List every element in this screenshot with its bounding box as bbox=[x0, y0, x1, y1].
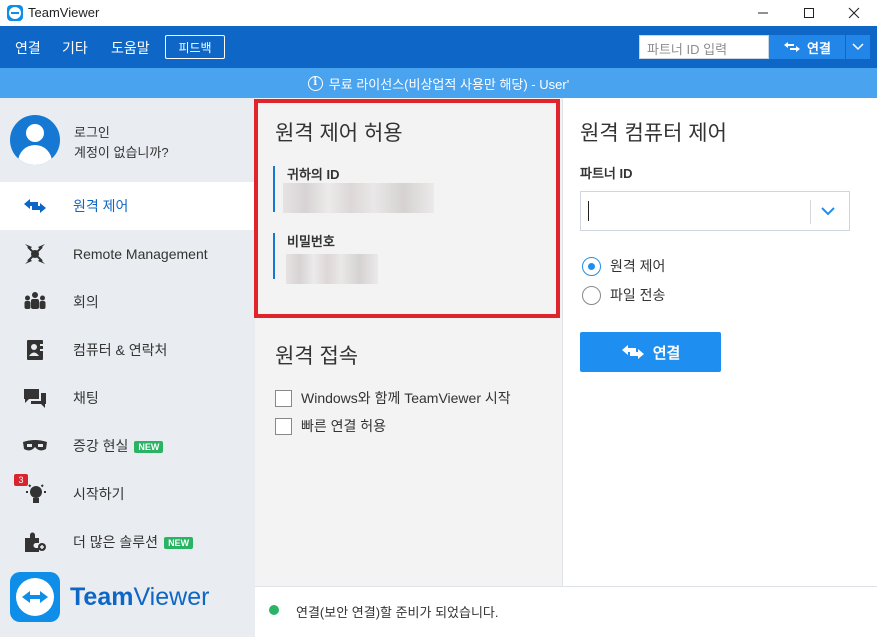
close-button[interactable] bbox=[831, 0, 877, 26]
start-with-windows-option[interactable]: Windows와 함께 TeamViewer 시작 bbox=[275, 388, 511, 408]
notification-badge: 3 bbox=[14, 474, 28, 486]
remote-management-icon bbox=[22, 241, 48, 267]
remote-control-radio[interactable] bbox=[582, 256, 601, 276]
quick-connect-dropdown[interactable] bbox=[846, 35, 870, 59]
quick-connect-label: 연결 bbox=[807, 40, 831, 56]
meeting-icon bbox=[22, 289, 48, 315]
start-with-windows-checkbox[interactable] bbox=[275, 389, 292, 407]
feedback-button[interactable]: 피드백 bbox=[165, 35, 225, 59]
title-bar: TeamViewer bbox=[0, 0, 877, 26]
remote-control-radio-label: 원격 제어 bbox=[610, 258, 666, 274]
status-bar: 연결(보안 연결)할 준비가 되었습니다. bbox=[255, 586, 877, 637]
file-transfer-radio[interactable] bbox=[582, 285, 601, 305]
connect-button[interactable]: 연결 bbox=[580, 332, 721, 372]
password-value-blurred[interactable] bbox=[286, 254, 378, 284]
teamviewer-logo: TeamViewer bbox=[10, 572, 209, 622]
menu-help[interactable]: 도움말 bbox=[111, 38, 150, 58]
status-indicator-icon bbox=[269, 605, 279, 615]
easy-access-checkbox[interactable] bbox=[275, 417, 292, 435]
menu-bar: 연결 기타 도움말 피드백 파트너 ID 입력 연결 bbox=[0, 26, 877, 68]
id-field-bar bbox=[273, 166, 275, 212]
sidebar-item-label: 컴퓨터 & 연락처 bbox=[73, 342, 168, 358]
password-field-bar bbox=[273, 233, 275, 279]
license-text: 무료 라이선스(비상업적 사용만 해당) - User' bbox=[328, 76, 570, 92]
puzzle-icon bbox=[22, 529, 48, 555]
sidebar-item-label: 시작하기 bbox=[73, 486, 125, 502]
file-transfer-radio-label: 파일 전송 bbox=[610, 287, 666, 303]
teamviewer-wordmark: TeamViewer bbox=[70, 582, 210, 611]
chevron-down-icon bbox=[852, 43, 864, 51]
start-with-windows-label: Windows와 함께 TeamViewer 시작 bbox=[301, 390, 511, 406]
sidebar-item-contacts[interactable]: 컴퓨터 & 연락처 bbox=[0, 326, 255, 374]
mode-file-transfer-option[interactable]: 파일 전송 bbox=[582, 285, 665, 305]
your-id-value-blurred[interactable] bbox=[283, 183, 434, 213]
password-label: 비밀번호 bbox=[287, 234, 335, 249]
mode-remote-control-option[interactable]: 원격 제어 bbox=[582, 256, 665, 276]
info-icon: i bbox=[307, 75, 323, 91]
window-title: TeamViewer bbox=[28, 5, 100, 20]
sidebar-item-label: 채팅 bbox=[73, 390, 99, 406]
sidebar-item-augmented-reality[interactable]: 증강 현실 NEW bbox=[0, 422, 255, 470]
avatar[interactable] bbox=[10, 115, 60, 165]
new-badge: NEW bbox=[134, 441, 164, 454]
minimize-icon bbox=[758, 12, 768, 14]
sidebar-item-getting-started[interactable]: 3 시작하기 bbox=[0, 470, 255, 518]
menu-extra[interactable]: 기타 bbox=[62, 38, 88, 58]
sidebar-item-chat[interactable]: 채팅 bbox=[0, 374, 255, 422]
teamviewer-logo-icon bbox=[10, 572, 60, 622]
arrows-icon bbox=[621, 345, 644, 359]
text-cursor bbox=[588, 201, 589, 221]
chat-icon bbox=[22, 385, 48, 411]
maximize-button[interactable] bbox=[786, 0, 832, 26]
contacts-icon bbox=[22, 337, 48, 363]
quick-connect-button[interactable]: 연결 bbox=[769, 35, 845, 59]
partner-id-input[interactable] bbox=[580, 191, 850, 231]
partner-id-quick-input[interactable]: 파트너 ID 입력 bbox=[639, 35, 769, 59]
control-remote-title: 원격 컴퓨터 제어 bbox=[580, 122, 727, 145]
minimize-button[interactable] bbox=[740, 0, 786, 26]
sidebar-item-label: 더 많은 솔루션 NEW bbox=[73, 532, 194, 552]
partner-id-dropdown[interactable] bbox=[819, 202, 837, 225]
arrows-icon bbox=[784, 42, 801, 52]
easy-access-label: 빠른 연결 허용 bbox=[301, 418, 387, 434]
partner-id-label: 파트너 ID bbox=[580, 166, 633, 181]
sidebar-item-more-solutions[interactable]: 더 많은 솔루션 NEW bbox=[0, 518, 255, 566]
connect-button-label: 연결 bbox=[652, 344, 681, 362]
sidebar-item-label: Remote Management bbox=[73, 246, 208, 262]
sidebar-item-label: 회의 bbox=[73, 294, 99, 310]
sidebar-item-label: 원격 제어 bbox=[73, 198, 129, 214]
maximize-icon bbox=[804, 8, 814, 18]
no-account-link[interactable]: 계정이 없습니까? bbox=[74, 142, 169, 161]
sidebar-item-remote-management[interactable]: Remote Management bbox=[0, 230, 255, 278]
sidebar-item-label: 증강 현실 NEW bbox=[73, 436, 164, 456]
sidebar-item-remote-control[interactable]: 원격 제어 bbox=[0, 182, 255, 230]
teamviewer-app-icon bbox=[7, 5, 23, 21]
ar-glasses-icon bbox=[22, 433, 48, 459]
chevron-down-icon bbox=[821, 207, 835, 216]
arrows-icon bbox=[22, 193, 48, 219]
sidebar-item-meeting[interactable]: 회의 bbox=[0, 278, 255, 326]
status-text: 연결(보안 연결)할 준비가 되었습니다. bbox=[296, 605, 499, 620]
license-banner: i 무료 라이선스(비상업적 사용만 해당) - User' bbox=[0, 68, 877, 98]
menu-connect[interactable]: 연결 bbox=[15, 38, 41, 58]
new-badge: NEW bbox=[164, 537, 194, 550]
login-link[interactable]: 로그인 bbox=[74, 122, 110, 141]
easy-access-option[interactable]: 빠른 연결 허용 bbox=[275, 416, 386, 436]
your-id-label: 귀하의 ID bbox=[287, 167, 340, 182]
allow-remote-title: 원격 제어 허용 bbox=[275, 122, 403, 145]
sidebar: 로그인 계정이 없습니까? 원격 제어 Remote Management 회의… bbox=[0, 98, 255, 637]
unattended-access-title: 원격 접속 bbox=[275, 345, 359, 368]
close-icon bbox=[848, 7, 860, 19]
